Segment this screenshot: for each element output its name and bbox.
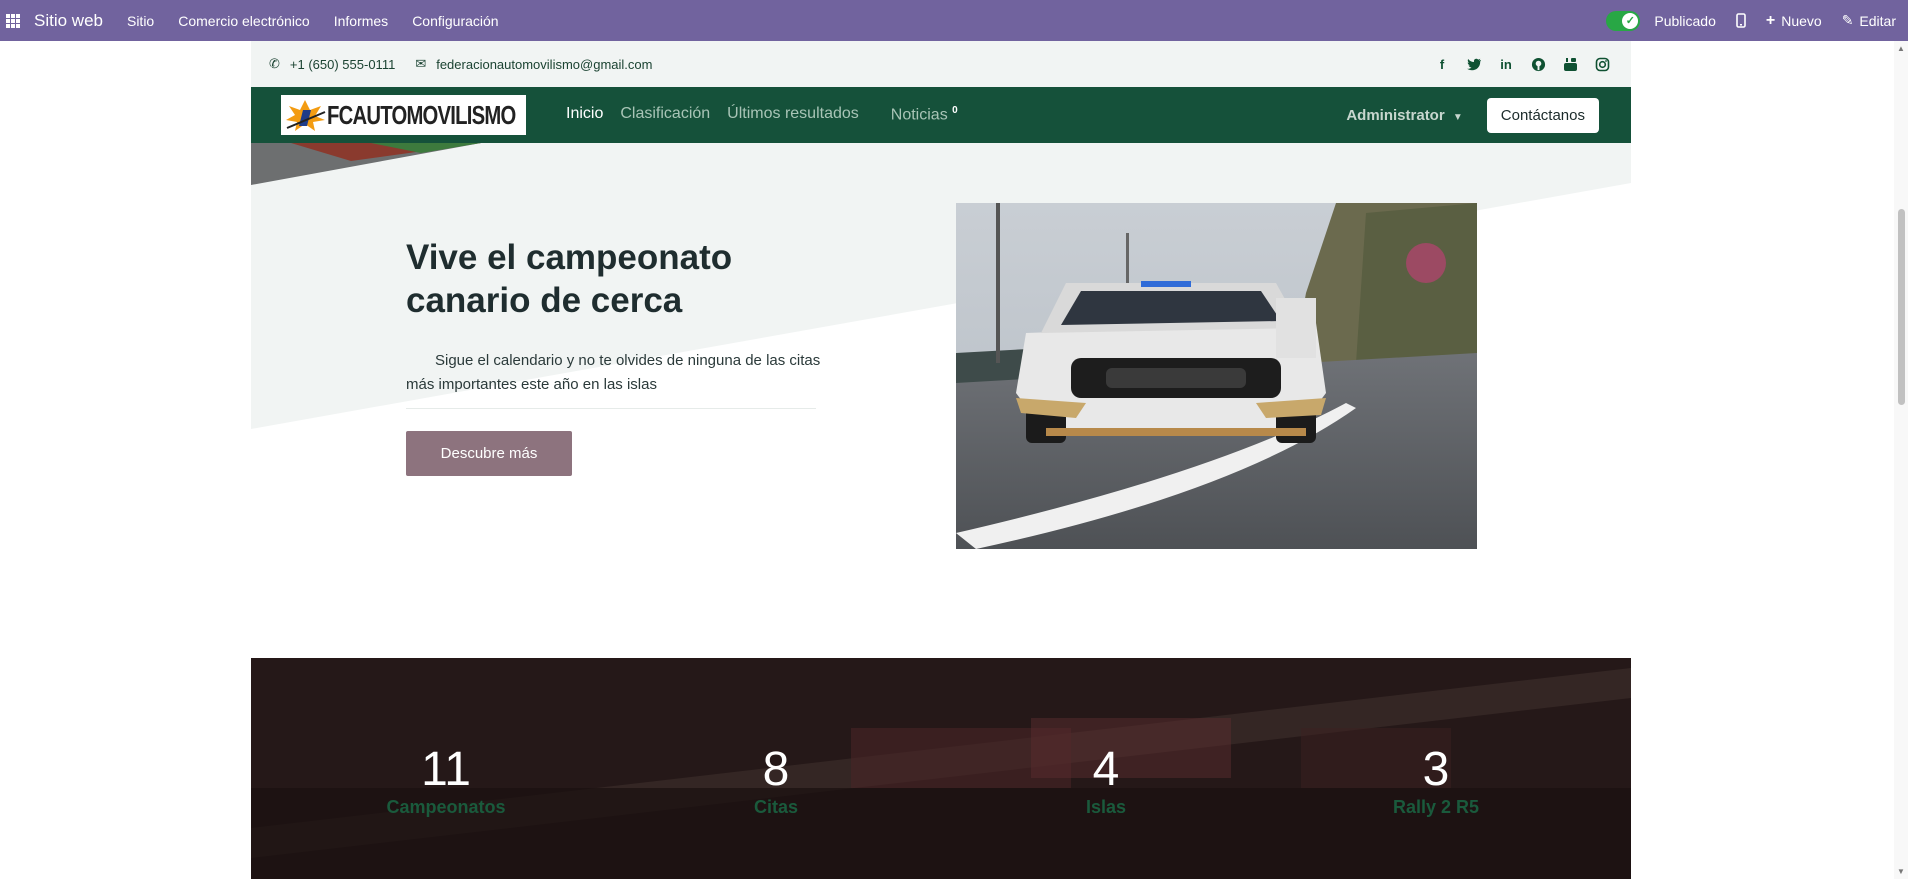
pencil-icon: ✎ (1841, 12, 1854, 28)
hero-title: Vive el campeonato canario de cerca (406, 238, 733, 320)
hero-divider (406, 408, 816, 409)
publish-toggle[interactable]: ✓ Publicado (1606, 10, 1716, 31)
admin-menu-config[interactable]: Configuración (412, 13, 498, 29)
site-logo[interactable]: FCAUTOMOVILISMO (281, 95, 526, 135)
primary-nav: Inicio Clasificación Últimos resultados … (566, 105, 958, 124)
github-icon[interactable] (1529, 55, 1547, 73)
facebook-icon[interactable]: f (1433, 55, 1451, 73)
scroll-up-arrow-icon[interactable]: ▲ (1897, 44, 1905, 53)
hero-section: Vive el campeonato canario de cerca Sigu… (251, 143, 1631, 658)
stat-citas: 8 Citas (676, 745, 876, 818)
admin-menu-ecommerce[interactable]: Comercio electrónico (178, 13, 310, 29)
website-page: ✆ +1 (650) 555-0111 ✉ federacionautomovi… (251, 41, 1631, 879)
logo-emblem (285, 98, 327, 132)
rally-car-image (956, 203, 1477, 549)
plus-icon: + (1765, 11, 1776, 29)
admin-brand[interactable]: Sitio web (34, 11, 103, 31)
stat-number: 8 (762, 743, 790, 796)
phone-icon: ✆ (269, 56, 280, 71)
toggle-switch[interactable]: ✓ (1606, 10, 1641, 31)
admin-menu-reports[interactable]: Informes (334, 13, 388, 29)
edit-button[interactable]: ✎ Editar (1842, 12, 1896, 29)
linkedin-icon[interactable]: in (1497, 55, 1515, 73)
admin-menu-sitio[interactable]: Sitio (127, 13, 154, 29)
instagram-icon[interactable] (1593, 55, 1611, 73)
phone-link[interactable]: ✆ +1 (650) 555-0111 (269, 56, 395, 72)
user-menu[interactable]: Administrator ▼ (1346, 107, 1462, 124)
stat-label: Campeonatos (386, 797, 506, 817)
nav-item-noticias[interactable]: Noticias 0 (891, 105, 958, 124)
stat-label: Citas (753, 797, 798, 817)
page-scrollbar[interactable]: ▲ ▼ (1894, 41, 1908, 879)
navbar-right: Administrator ▼ Contáctanos (1346, 97, 1631, 133)
main-navbar: FCAUTOMOVILISMO Inicio Clasificación Últ… (251, 87, 1631, 143)
mobile-preview-button[interactable] (1736, 13, 1746, 28)
user-name: Administrator (1346, 106, 1445, 124)
mobile-icon (1736, 13, 1746, 28)
scrollbar-thumb[interactable] (1898, 209, 1905, 405)
new-button[interactable]: + Nuevo (1766, 12, 1822, 30)
news-count-badge: 0 (952, 105, 958, 117)
edit-label: Editar (1859, 12, 1896, 29)
social-links: f in (1433, 55, 1631, 73)
email-link[interactable]: ✉ federacionautomovilismo@gmail.com (415, 56, 652, 72)
stat-label: Islas (1085, 797, 1127, 817)
stat-number: 3 (1422, 743, 1450, 796)
caret-down-icon: ▼ (1452, 111, 1463, 123)
stats-band: 11 Campeonatos 8 Citas 4 Islas 3 Rally 2… (251, 658, 1631, 879)
published-label: Publicado (1654, 12, 1716, 29)
nav-item-resultados[interactable]: Últimos resultados (727, 105, 859, 124)
news-label: Noticias (890, 106, 948, 124)
contact-button[interactable]: Contáctanos (1486, 97, 1599, 133)
hero-text: Sigue el calendario y no te olvides de n… (406, 352, 821, 393)
stat-number: 4 (1092, 743, 1120, 796)
logo-text: FCAUTOMOVILISMO (327, 99, 516, 130)
stat-campeonatos: 11 Campeonatos (346, 745, 546, 818)
admin-bar: Sitio web Sitio Comercio electrónico Inf… (0, 0, 1908, 41)
twitter-icon[interactable] (1465, 55, 1483, 73)
phone-number: +1 (650) 555-0111 (289, 56, 396, 72)
stat-islas: 4 Islas (1006, 745, 1206, 818)
rally-car-illustration (956, 203, 1477, 549)
apps-grid-icon[interactable] (6, 13, 20, 28)
email-address: federacionautomovilismo@gmail.com (436, 56, 653, 72)
nav-item-inicio[interactable]: Inicio (566, 105, 603, 124)
scroll-down-arrow-icon[interactable]: ▼ (1897, 867, 1905, 876)
nav-item-clasificacion[interactable]: Clasificación (620, 105, 710, 124)
contact-topbar: ✆ +1 (650) 555-0111 ✉ federacionautomovi… (251, 41, 1631, 87)
envelope-icon: ✉ (415, 56, 427, 71)
stat-label: Rally 2 R5 (1392, 797, 1480, 817)
new-label: Nuevo (1781, 12, 1822, 29)
youtube-icon[interactable] (1561, 55, 1579, 73)
discover-more-button[interactable]: Descubre más (406, 431, 572, 476)
check-icon: ✓ (1622, 12, 1639, 29)
stat-rally: 3 Rally 2 R5 (1336, 745, 1536, 818)
stat-number: 11 (421, 743, 471, 796)
